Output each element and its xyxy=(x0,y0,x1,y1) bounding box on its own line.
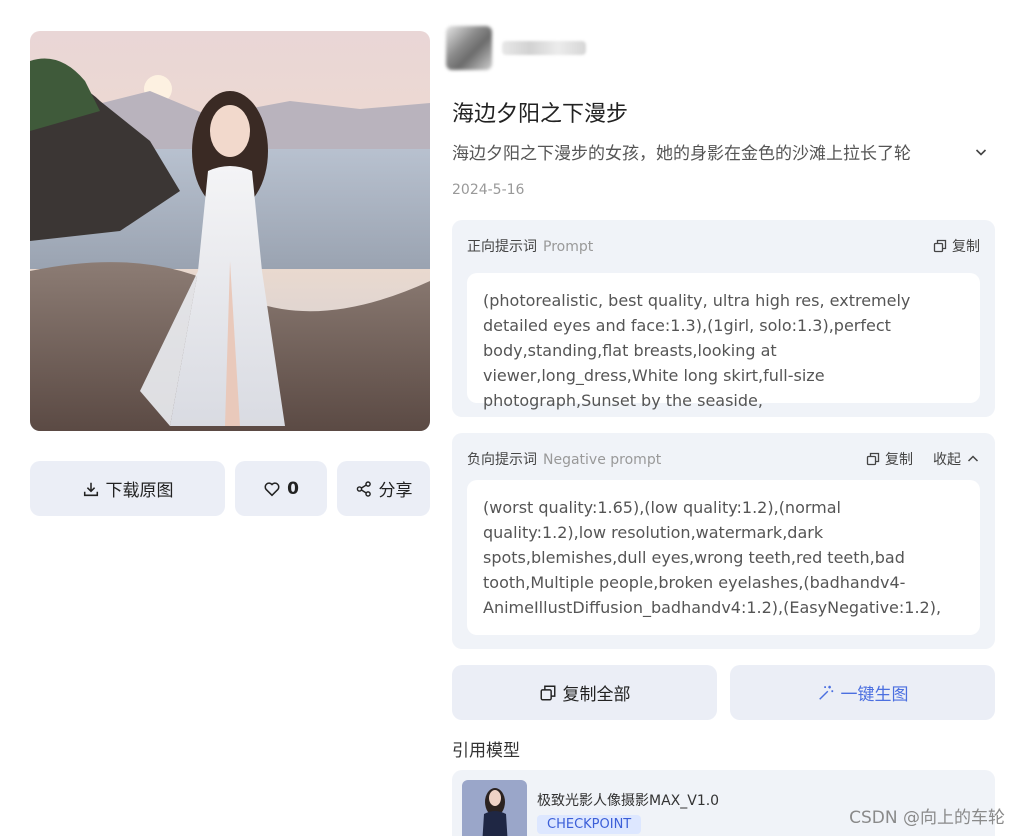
copy-prompt-label: 复制 xyxy=(952,239,980,255)
author-name-blurred xyxy=(502,41,586,55)
collapse-button[interactable]: 收起 xyxy=(933,449,980,469)
chevron-down-icon xyxy=(975,148,987,156)
negative-prompt-sublabel: Negative prompt xyxy=(543,452,662,468)
one-click-generate-button[interactable]: 一键生图 xyxy=(730,665,995,720)
download-original-button[interactable]: 下载原图 xyxy=(30,461,225,516)
post-title: 海边夕阳之下漫步 xyxy=(452,102,629,127)
post-description-row: 海边夕阳之下漫步的女孩，她的身影在金色的沙滩上拉长了轮 xyxy=(452,139,992,164)
prompt-action-row: 复制全部 一键生图 xyxy=(452,665,995,720)
negative-prompt-header: 负向提示词 Negative prompt 复制 收起 xyxy=(467,449,980,469)
referenced-models-title: 引用模型 xyxy=(452,741,520,761)
like-button[interactable]: 0 xyxy=(235,461,327,516)
prompt-tools: 复制 xyxy=(933,236,980,256)
prompt-label-text: 正向提示词 xyxy=(467,239,537,255)
beach-sunset-photo xyxy=(30,31,430,431)
image-detail-card: 下载原图 0 分享 海边夕阳之下漫步 海边夕阳之下漫步的女孩，她的身影在金色的沙… xyxy=(0,0,1019,836)
model-name: 极致光影人像摄影MAX_V1.0 xyxy=(537,793,720,809)
negative-prompt-label: 负向提示词 Negative prompt xyxy=(467,449,661,469)
copy-negative-prompt-button[interactable]: 复制 xyxy=(866,449,913,469)
generated-image[interactable] xyxy=(30,31,430,431)
share-icon xyxy=(356,480,371,497)
negative-prompt-tools: 复制 收起 xyxy=(866,449,980,469)
expand-description-button[interactable] xyxy=(970,141,992,163)
prompt-panel: 正向提示词 Prompt 复制 (photorealistic, best qua… xyxy=(452,220,995,417)
model-portrait-image xyxy=(462,780,527,836)
model-thumbnail xyxy=(462,780,527,836)
download-label: 下载原图 xyxy=(105,481,174,501)
chevron-up-icon xyxy=(967,455,979,462)
negative-prompt-label-text: 负向提示词 xyxy=(467,452,537,468)
collapse-label: 收起 xyxy=(933,452,961,468)
copy-icon xyxy=(540,685,555,700)
share-button[interactable]: 分享 xyxy=(337,461,430,516)
post-date: 2024-5-16 xyxy=(452,182,525,198)
one-click-generate-label: 一键生图 xyxy=(840,685,909,705)
copy-negative-prompt-label: 复制 xyxy=(885,452,913,468)
magic-wand-icon xyxy=(818,685,833,700)
prompt-panel-header: 正向提示词 Prompt 复制 xyxy=(467,236,980,256)
heart-icon xyxy=(264,481,280,496)
copy-all-button[interactable]: 复制全部 xyxy=(452,665,717,720)
prompt-label: 正向提示词 Prompt xyxy=(467,236,593,256)
share-label: 分享 xyxy=(378,481,413,501)
image-action-row: 下载原图 0 分享 xyxy=(30,461,430,516)
avatar[interactable] xyxy=(446,26,492,70)
like-count: 0 xyxy=(287,478,299,499)
author-info[interactable] xyxy=(446,26,586,70)
post-description: 海边夕阳之下漫步的女孩，她的身影在金色的沙滩上拉长了轮 xyxy=(452,144,911,164)
copy-icon xyxy=(866,452,880,466)
model-type-badge: CHECKPOINT xyxy=(537,815,642,834)
download-icon xyxy=(83,482,98,496)
negative-prompt-text[interactable]: (worst quality:1.65),(low quality:1.2),(… xyxy=(467,480,980,635)
copy-icon xyxy=(933,239,947,253)
copy-prompt-button[interactable]: 复制 xyxy=(933,236,980,256)
prompt-sublabel: Prompt xyxy=(543,239,594,255)
prompt-text[interactable]: (photorealistic, best quality, ultra hig… xyxy=(467,273,980,410)
copy-all-label: 复制全部 xyxy=(562,685,631,705)
negative-prompt-panel: 负向提示词 Negative prompt 复制 收起 (worst quali… xyxy=(452,433,995,649)
csdn-watermark: CSDN @向上的车轮 xyxy=(849,808,1005,828)
